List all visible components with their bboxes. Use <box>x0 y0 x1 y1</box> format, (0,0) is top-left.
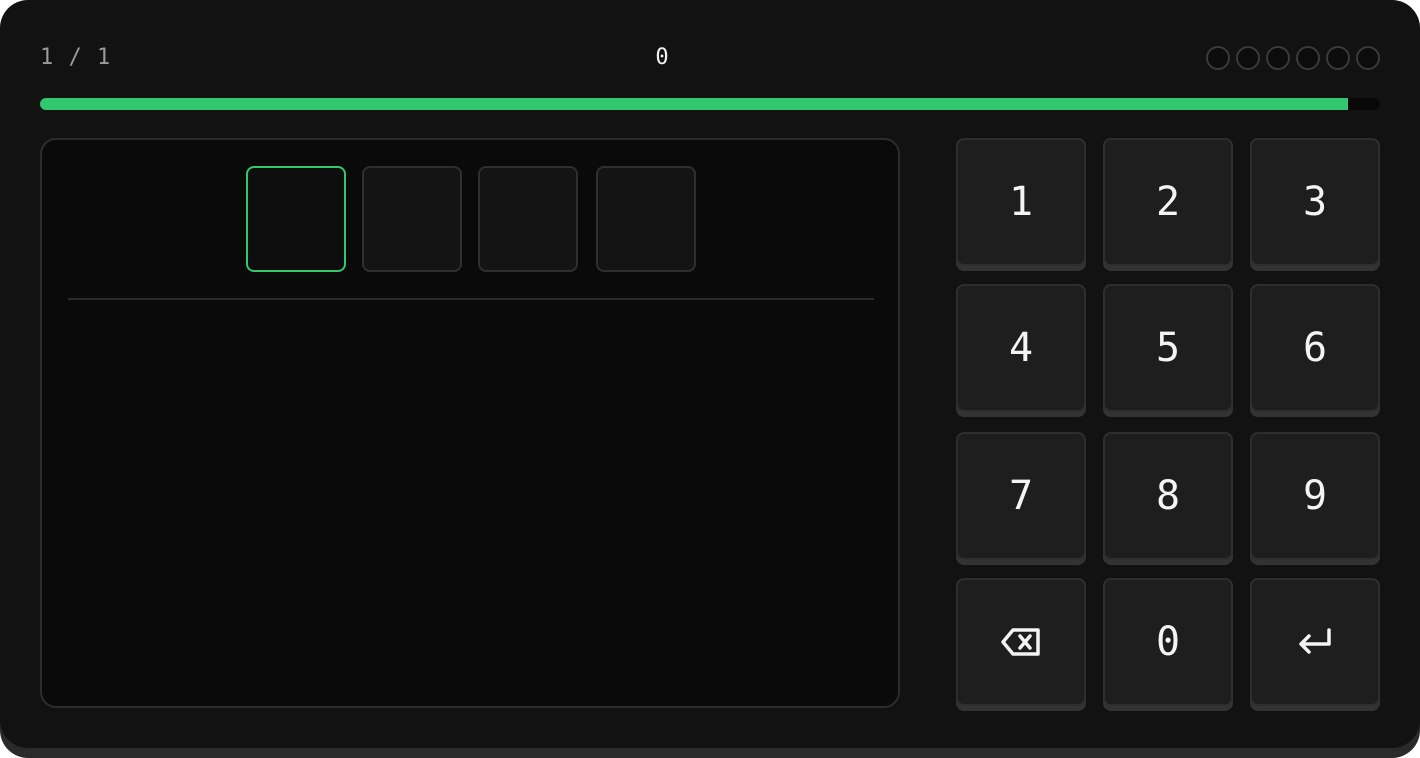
backspace-icon <box>1001 627 1041 657</box>
lives-indicator <box>1206 46 1380 70</box>
key-8-button[interactable]: 8 <box>1103 432 1233 560</box>
key-1-button[interactable]: 1 <box>956 138 1086 266</box>
key-3-button[interactable]: 3 <box>1250 138 1380 266</box>
enter-icon <box>1296 627 1334 657</box>
work-divider <box>68 298 874 300</box>
key-0-button[interactable]: 0 <box>1103 578 1233 706</box>
key-6-button[interactable]: 6 <box>1250 284 1380 412</box>
life-dot <box>1206 46 1230 70</box>
life-dot <box>1236 46 1260 70</box>
key-9-button[interactable]: 9 <box>1250 432 1380 560</box>
key-5-button[interactable]: 5 <box>1103 284 1233 412</box>
life-dot <box>1296 46 1320 70</box>
timer-progress-bar <box>40 98 1380 110</box>
life-dot <box>1326 46 1350 70</box>
answer-digit-cell[interactable] <box>246 166 346 272</box>
answer-digit-cell[interactable] <box>362 166 462 272</box>
timer-progress-fill <box>40 98 1348 110</box>
enter-button[interactable] <box>1250 578 1380 706</box>
answer-digit-cell[interactable] <box>478 166 578 272</box>
key-2-button[interactable]: 2 <box>1103 138 1233 266</box>
backspace-button[interactable] <box>956 578 1086 706</box>
answer-digit-cell[interactable] <box>596 166 696 272</box>
life-dot <box>1266 46 1290 70</box>
key-7-button[interactable]: 7 <box>956 432 1086 560</box>
work-area <box>40 138 900 708</box>
key-4-button[interactable]: 4 <box>956 284 1086 412</box>
app-window: 1 / 1 0 1 2 3 4 5 6 7 8 9 0 <box>0 0 1420 748</box>
life-dot <box>1356 46 1380 70</box>
score-display: 0 <box>655 45 669 70</box>
